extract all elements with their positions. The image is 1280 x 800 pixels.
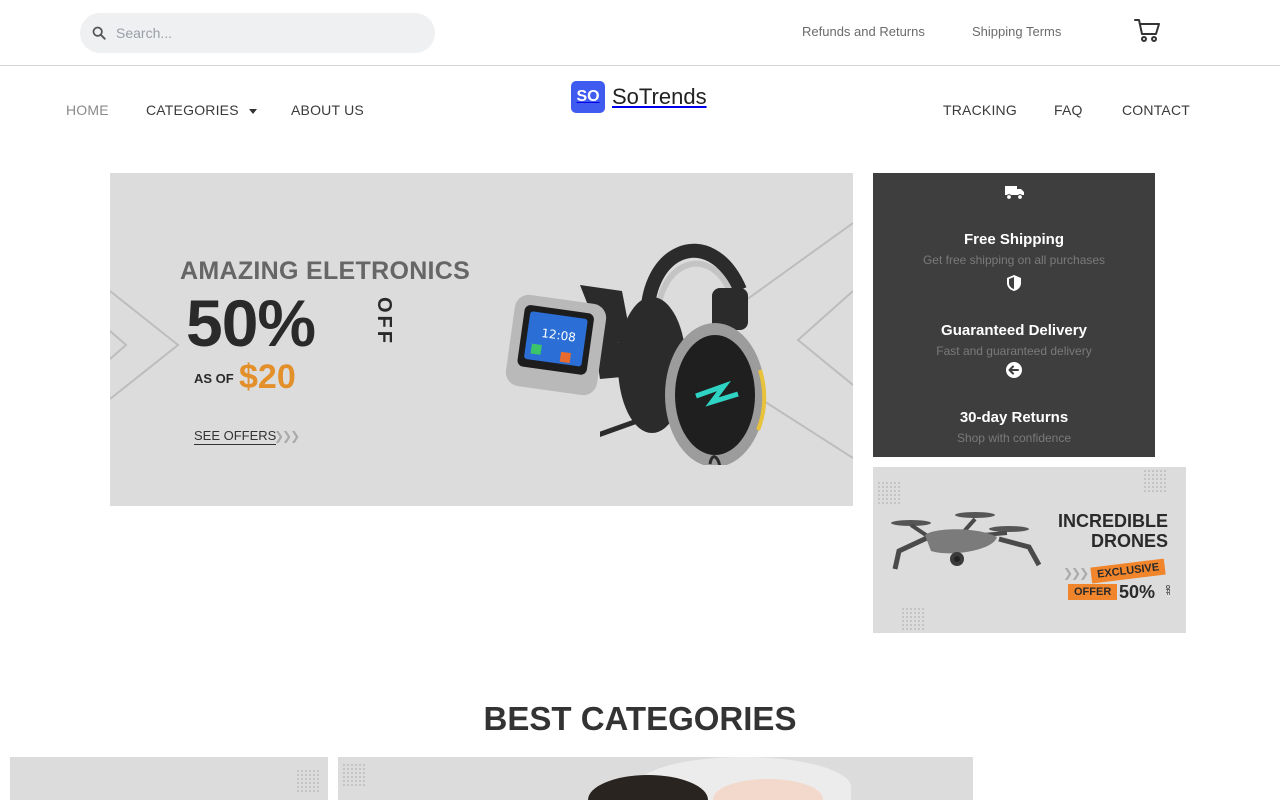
caret-down-icon: [248, 108, 257, 114]
nav-categories-label: CATEGORIES: [146, 102, 239, 118]
see-offers-link[interactable]: SEE OFFERS: [194, 428, 277, 445]
shield-icon: [1007, 275, 1021, 291]
feature-desc: Shop with confidence: [956, 431, 1072, 445]
dot-pattern: [1143, 469, 1167, 493]
search-input[interactable]: [116, 25, 406, 41]
truck-icon: [1005, 186, 1024, 200]
shipping-terms-link[interactable]: Shipping Terms: [972, 24, 1061, 39]
logo-badge: SO: [571, 81, 605, 113]
top-bar: Refunds and Returns Shipping Terms: [0, 0, 1280, 66]
dot-pattern: [296, 769, 320, 793]
exclusive-tag: EXCLUSIVE: [1090, 558, 1167, 584]
drone-image: [891, 512, 1042, 570]
cart-icon[interactable]: [1133, 16, 1161, 44]
feature-desc: Fast and guaranteed delivery: [936, 344, 1092, 358]
feature-title: Free Shipping: [963, 231, 1064, 248]
drone-title: INCREDIBLE DRONES: [1058, 511, 1168, 551]
hero-as-of: AS OF: [194, 371, 234, 386]
hero-banner[interactable]: 12:08 AMAZING ELETRONICS 50% OFF AS OF $…: [110, 173, 853, 506]
section-title: BEST CATEGORIES: [483, 700, 797, 737]
drone-percent: 50%: [1119, 582, 1156, 602]
dot-pattern: [901, 607, 925, 631]
category-card[interactable]: [10, 757, 328, 800]
nav-home[interactable]: HOME: [66, 102, 109, 118]
feature-free-shipping: Free Shipping Get free shipping on all p…: [873, 183, 1155, 267]
feature-desc: Get free shipping on all purchases: [922, 253, 1106, 267]
logo-text: SoTrends: [612, 84, 707, 109]
hero-off-label: OFF: [373, 297, 395, 346]
category-card[interactable]: [338, 757, 973, 800]
drone-banner[interactable]: INCREDIBLE DRONES ❯❯❯ EXCLUSIVE OFFER 50%…: [873, 467, 1186, 633]
arrows-decoration-icon: ❯❯❯: [274, 429, 300, 443]
hero-title: AMAZING ELETRONICS: [180, 257, 471, 285]
arrows-decoration-icon: ❯❯❯: [1063, 566, 1089, 580]
hero-price: $20: [239, 358, 296, 396]
nav-contact[interactable]: CONTACT: [1122, 102, 1190, 118]
nav-faq[interactable]: FAQ: [1054, 102, 1083, 118]
offer-tag: OFFER: [1068, 584, 1118, 600]
hero-percent: 50%: [186, 286, 316, 360]
nav-about[interactable]: ABOUT US: [291, 102, 364, 118]
dot-pattern: [877, 481, 901, 505]
feature-guaranteed-delivery: Guaranteed Delivery Fast and guaranteed …: [873, 274, 1155, 358]
drone-title-line1: INCREDIBLE: [1057, 511, 1168, 531]
arrow-left-circle-icon: [1006, 362, 1022, 378]
feature-title: Guaranteed Delivery: [941, 322, 1087, 339]
dot-pattern: [342, 763, 366, 787]
headphones-image: [600, 243, 767, 465]
search-icon: [92, 26, 106, 40]
refunds-link[interactable]: Refunds and Returns: [802, 24, 925, 39]
nav-categories[interactable]: CATEGORIES: [146, 102, 257, 118]
feature-returns: 30-day Returns Shop with confidence: [873, 361, 1155, 445]
features-panel: Free Shipping Get free shipping on all p…: [873, 173, 1155, 457]
search-box[interactable]: [80, 13, 435, 53]
feature-title: 30-day Returns: [959, 409, 1069, 426]
drone-off-label: OFF: [1164, 585, 1170, 595]
nav-tracking[interactable]: TRACKING: [943, 102, 1017, 118]
site-logo[interactable]: SO SoTrends: [571, 81, 707, 113]
drone-title-line2: DRONES: [1090, 531, 1168, 551]
